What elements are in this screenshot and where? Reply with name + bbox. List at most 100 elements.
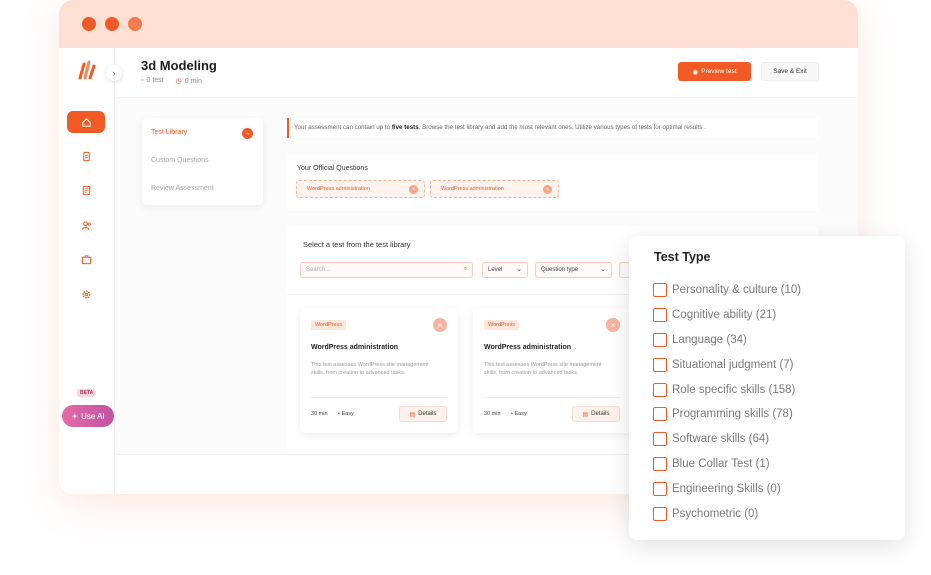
test-type-title: Test Type — [654, 250, 711, 264]
test-count: 0 test — [146, 77, 164, 84]
test-duration: 30 min — [484, 411, 501, 417]
selected-test-chip[interactable]: WordPress administration × — [296, 180, 425, 198]
window-close-dot[interactable] — [82, 17, 96, 31]
arrow-right-icon: → — [242, 128, 253, 139]
window-minimize-dot[interactable] — [105, 17, 119, 31]
step-review-assessment[interactable]: Review Assessment — [151, 185, 214, 192]
eye-icon: ◉ — [692, 68, 699, 76]
checkbox[interactable] — [653, 283, 667, 297]
level-select[interactable]: Level ⌄ — [482, 262, 528, 278]
divider — [484, 397, 620, 398]
page-header: 3d Modeling ▫ 0 test ◷ 0 min ◉ Preview tes… — [115, 48, 858, 98]
test-card[interactable]: WordPress × WordPress administration Thi… — [473, 308, 631, 433]
remove-chip-icon[interactable]: × — [543, 185, 552, 194]
test-library-title: Select a test from the test library — [303, 240, 411, 249]
option-label: Blue Collar Test (1) — [672, 458, 770, 470]
users-icon — [81, 220, 91, 230]
test-type-option[interactable]: Software skills (64) — [653, 431, 769, 447]
checkbox[interactable] — [653, 457, 667, 471]
window-maximize-dot[interactable] — [128, 17, 142, 31]
category-tag: WordPress — [311, 320, 347, 330]
beta-badge: BETA — [77, 389, 97, 397]
document-icon: ▤ — [409, 411, 416, 418]
test-type-option[interactable]: Language (34) — [653, 332, 747, 348]
document-icon — [82, 151, 90, 161]
page-title: 3d Modeling — [141, 58, 217, 73]
use-ai-label: Use AI — [81, 411, 105, 421]
test-type-option[interactable]: Programming skills (78) — [653, 406, 793, 422]
option-label: Software skills (64) — [672, 433, 770, 445]
test-card[interactable]: WordPress × WordPress administration Thi… — [300, 308, 458, 433]
chevron-down-icon: ⌄ — [600, 266, 606, 273]
sparkle-icon: ✦ — [71, 411, 79, 421]
test-duration: 30 min — [311, 411, 328, 417]
option-label: Personality & culture (10) — [672, 284, 802, 296]
test-sheet-icon — [82, 185, 90, 195]
sidebar-item-settings[interactable] — [67, 283, 105, 305]
chip-label: WordPress administration — [441, 186, 504, 192]
question-type-select[interactable]: Question type ⌄ — [535, 262, 612, 278]
sidebar-item-candidates[interactable] — [67, 214, 105, 236]
test-name: WordPress administration — [484, 344, 572, 351]
option-label: Situational judgment (7) — [672, 359, 794, 371]
test-type-option[interactable]: Personality & culture (10) — [653, 282, 801, 298]
test-type-option[interactable]: Psychometric (0) — [653, 506, 758, 522]
step-custom-questions[interactable]: Custom Questions — [151, 157, 209, 164]
test-type-option[interactable]: Cognitive ability (21) — [653, 307, 776, 323]
file-icon: ▫ — [141, 77, 144, 84]
question-type-label: Question type — [541, 267, 579, 273]
selected-test-chip[interactable]: WordPress administration × — [430, 180, 559, 198]
option-label: Engineering Skills (0) — [672, 483, 781, 495]
chip-label: WordPress administration — [307, 186, 370, 192]
sidebar-item-documents[interactable] — [67, 145, 105, 167]
official-questions: Your Official Questions WordPress admini… — [287, 155, 818, 211]
sidebar: › BETA ✦ Use AI — [59, 48, 122, 494]
checkbox[interactable] — [653, 482, 667, 496]
test-type-option[interactable]: Blue Collar Test (1) — [653, 456, 770, 472]
steps-panel: Test Library → Custom Questions Review A… — [142, 118, 263, 205]
sidebar-item-home[interactable] — [67, 111, 105, 133]
level-select-label: Level — [488, 267, 503, 273]
search-icon: ⌕ — [463, 266, 467, 272]
test-type-option[interactable]: Situational judgment (7) — [653, 357, 793, 373]
checkbox[interactable] — [653, 432, 667, 446]
close-icon[interactable]: × — [433, 318, 447, 332]
checkbox[interactable] — [653, 383, 667, 397]
option-label: Psychometric (0) — [672, 508, 759, 520]
option-label: Role specific skills (158) — [672, 384, 796, 396]
option-label: Programming skills (78) — [672, 408, 793, 420]
divider — [311, 397, 447, 398]
use-ai-button[interactable]: ✦ Use AI — [62, 405, 114, 427]
details-label: Details — [591, 411, 610, 417]
brand-logo-icon — [78, 60, 96, 80]
step-test-library[interactable]: Test Library — [151, 129, 187, 136]
sidebar-item-tests[interactable] — [67, 179, 105, 201]
test-type-option[interactable]: Engineering Skills (0) — [653, 481, 781, 497]
duration: 0 min — [184, 78, 202, 85]
test-type-panel: Test Type Personality & culture (10) Cog… — [629, 236, 905, 540]
preview-test-button[interactable]: ◉ Preview test — [678, 62, 751, 81]
notice-prefix: Your assessment can contain up to — [294, 124, 392, 131]
search-input[interactable]: Search... ⌕ — [300, 262, 473, 278]
close-icon[interactable]: × — [606, 318, 620, 332]
chevron-down-icon: ⌄ — [516, 266, 522, 273]
official-questions-title: Your Official Questions — [297, 165, 368, 172]
window-titlebar — [59, 0, 858, 48]
document-icon: ▤ — [582, 411, 589, 418]
details-label: Details — [418, 411, 437, 417]
checkbox[interactable] — [653, 308, 667, 322]
checkbox[interactable] — [653, 507, 667, 521]
test-type-option[interactable]: Role specific skills (158) — [653, 382, 795, 398]
details-button[interactable]: ▤ Details — [572, 406, 620, 422]
checkbox[interactable] — [653, 333, 667, 347]
test-description: This test assesses WordPress site manage… — [311, 362, 429, 376]
checkbox[interactable] — [653, 358, 667, 372]
remove-chip-icon[interactable]: × — [409, 185, 418, 194]
save-exit-button[interactable]: Save & Exit — [761, 62, 819, 81]
checkbox[interactable] — [653, 407, 667, 421]
details-button[interactable]: ▤ Details — [399, 406, 447, 422]
preview-label: Preview test — [701, 68, 737, 75]
level-text: Easy — [514, 411, 527, 417]
sidebar-item-jobs[interactable] — [67, 248, 105, 270]
test-name: WordPress administration — [311, 344, 399, 351]
